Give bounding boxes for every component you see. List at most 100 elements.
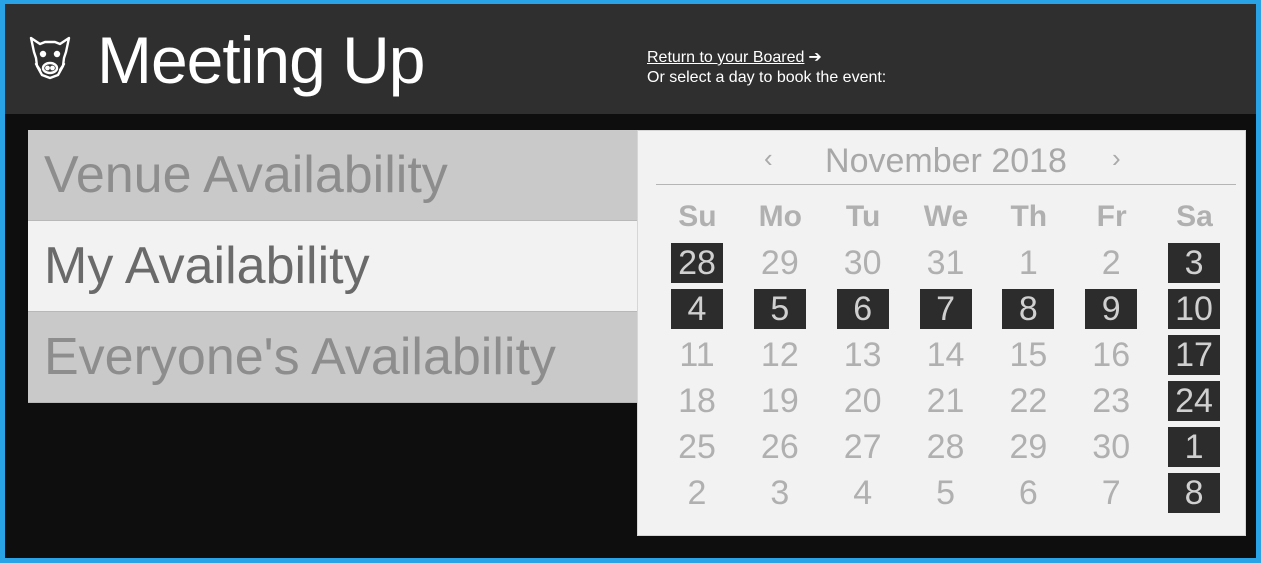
day-number-booked[interactable]: 7	[919, 289, 972, 329]
day-number[interactable]: 2	[671, 473, 723, 513]
calendar-day-cell[interactable]: 30	[1070, 423, 1153, 469]
calendar-day-cell[interactable]: 19	[739, 377, 822, 423]
calendar-day-cell[interactable]: 8	[1153, 469, 1236, 515]
arrow-right-icon[interactable]: ➔	[808, 49, 821, 66]
day-number-booked[interactable]: 8	[1168, 473, 1221, 513]
weekday-label: Mo	[758, 200, 802, 233]
day-number[interactable]: 18	[671, 381, 723, 421]
calendar-day-cell[interactable]: 9	[1070, 285, 1153, 331]
calendar-day-cell[interactable]: 11	[656, 331, 739, 377]
day-number[interactable]: 6	[1002, 473, 1054, 513]
calendar-day-cell[interactable]: 18	[656, 377, 739, 423]
day-number[interactable]: 22	[1002, 381, 1054, 421]
calendar-day-cell[interactable]: 21	[905, 377, 988, 423]
calendar-day-cell[interactable]: 1	[987, 239, 1070, 285]
calendar-day-cell[interactable]: 7	[905, 285, 988, 331]
day-number[interactable]: 21	[920, 381, 972, 421]
calendar-day-cell[interactable]: 16	[1070, 331, 1153, 377]
day-number-booked[interactable]: 24	[1168, 381, 1221, 421]
calendar-day-cell[interactable]: 20	[822, 377, 905, 423]
day-number-booked[interactable]: 10	[1168, 289, 1221, 329]
calendar-day-cell[interactable]: 1	[1153, 423, 1236, 469]
calendar-day-cell[interactable]: 27	[822, 423, 905, 469]
day-number[interactable]: 15	[1002, 335, 1054, 375]
day-number-booked[interactable]: 1	[1168, 427, 1221, 467]
day-number[interactable]: 19	[754, 381, 806, 421]
calendar-day-cell[interactable]: 29	[987, 423, 1070, 469]
day-number[interactable]: 16	[1085, 335, 1137, 375]
calendar-day-cell[interactable]: 5	[739, 285, 822, 331]
calendar-week-row: 25 26 27 28 29 30 1	[656, 423, 1236, 469]
day-number[interactable]: 20	[837, 381, 889, 421]
day-number[interactable]: 23	[1085, 381, 1137, 421]
weekday-label: Th	[1010, 200, 1048, 233]
day-number[interactable]: 5	[920, 473, 972, 513]
calendar-day-cell[interactable]: 30	[822, 239, 905, 285]
calendar-day-cell[interactable]: 24	[1153, 377, 1236, 423]
day-number-booked[interactable]: 3	[1168, 243, 1221, 283]
tab-everyones-availability[interactable]: Everyone's Availability	[28, 312, 641, 403]
calendar-day-cell[interactable]: 23	[1070, 377, 1153, 423]
tab-venue-availability[interactable]: Venue Availability	[28, 130, 641, 221]
day-number[interactable]: 31	[920, 243, 972, 283]
calendar-day-cell[interactable]: 4	[822, 469, 905, 515]
calendar-day-cell[interactable]: 25	[656, 423, 739, 469]
calendar-day-cell[interactable]: 2	[1070, 239, 1153, 285]
day-number[interactable]: 28	[920, 427, 972, 467]
day-number-booked[interactable]: 8	[1002, 289, 1055, 329]
calendar-grid: Su Mo Tu We Th Fr Sa 28 29 30 31 1 2 3 4 5 6 7 8 9 10…	[656, 195, 1236, 515]
calendar-day-cell[interactable]: 28	[905, 423, 988, 469]
calendar-day-cell[interactable]: 2	[656, 469, 739, 515]
day-number[interactable]: 1	[1002, 243, 1054, 283]
weekday-label: Tu	[845, 200, 881, 233]
day-number[interactable]: 11	[671, 335, 723, 375]
day-number[interactable]: 7	[1085, 473, 1137, 513]
calendar-weeks: 28 29 30 31 1 2 3 4 5 6 7 8 9 10 11 12 13 14 15 16 17 18 19 20 2…	[656, 239, 1236, 515]
calendar-day-cell[interactable]: 5	[905, 469, 988, 515]
calendar-day-cell[interactable]: 29	[739, 239, 822, 285]
day-number-booked[interactable]: 5	[753, 289, 806, 329]
return-to-board-link[interactable]: Return to your Boared	[647, 49, 804, 66]
day-number-booked[interactable]: 17	[1168, 335, 1221, 375]
next-month-button[interactable]: ›	[1112, 143, 1121, 174]
calendar-day-cell[interactable]: 26	[739, 423, 822, 469]
calendar-day-cell[interactable]: 17	[1153, 331, 1236, 377]
day-number[interactable]: 12	[754, 335, 806, 375]
tab-my-availability[interactable]: My Availability	[28, 221, 641, 312]
day-number[interactable]: 4	[837, 473, 889, 513]
calendar-day-cell[interactable]: 13	[822, 331, 905, 377]
day-number[interactable]: 3	[754, 473, 806, 513]
calendar-day-cell[interactable]: 3	[1153, 239, 1236, 285]
day-number-booked[interactable]: 4	[671, 289, 723, 329]
day-number[interactable]: 2	[1085, 243, 1137, 283]
day-number[interactable]: 29	[1002, 427, 1054, 467]
day-number[interactable]: 30	[1085, 427, 1137, 467]
app-header: Meeting Up Return to your Boared ➔ Or sel…	[5, 4, 1256, 114]
day-number[interactable]: 25	[671, 427, 723, 467]
calendar-day-cell[interactable]: 31	[905, 239, 988, 285]
calendar-day-cell[interactable]: 7	[1070, 469, 1153, 515]
calendar-day-cell[interactable]: 28	[656, 239, 739, 285]
calendar-day-cell[interactable]: 6	[987, 469, 1070, 515]
calendar-day-cell[interactable]: 6	[822, 285, 905, 331]
calendar-day-cell[interactable]: 12	[739, 331, 822, 377]
calendar-day-cell[interactable]: 22	[987, 377, 1070, 423]
calendar-day-cell[interactable]: 15	[987, 331, 1070, 377]
day-number-booked[interactable]: 9	[1085, 289, 1138, 329]
weekday-label: Sa	[1176, 200, 1213, 233]
day-number-booked[interactable]: 28	[671, 243, 723, 283]
day-number[interactable]: 26	[754, 427, 806, 467]
calendar-day-cell[interactable]: 3	[739, 469, 822, 515]
calendar-day-cell[interactable]: 14	[905, 331, 988, 377]
day-number[interactable]: 13	[837, 335, 889, 375]
weekday-label: Su	[678, 200, 717, 233]
day-number[interactable]: 27	[837, 427, 889, 467]
calendar-day-cell[interactable]: 4	[656, 285, 739, 331]
day-number[interactable]: 29	[754, 243, 806, 283]
day-number[interactable]: 14	[920, 335, 972, 375]
day-number-booked[interactable]: 6	[836, 289, 889, 329]
day-number[interactable]: 30	[837, 243, 889, 283]
calendar-week-row: 28 29 30 31 1 2 3	[656, 239, 1236, 285]
calendar-day-cell[interactable]: 8	[987, 285, 1070, 331]
calendar-day-cell[interactable]: 10	[1153, 285, 1236, 331]
